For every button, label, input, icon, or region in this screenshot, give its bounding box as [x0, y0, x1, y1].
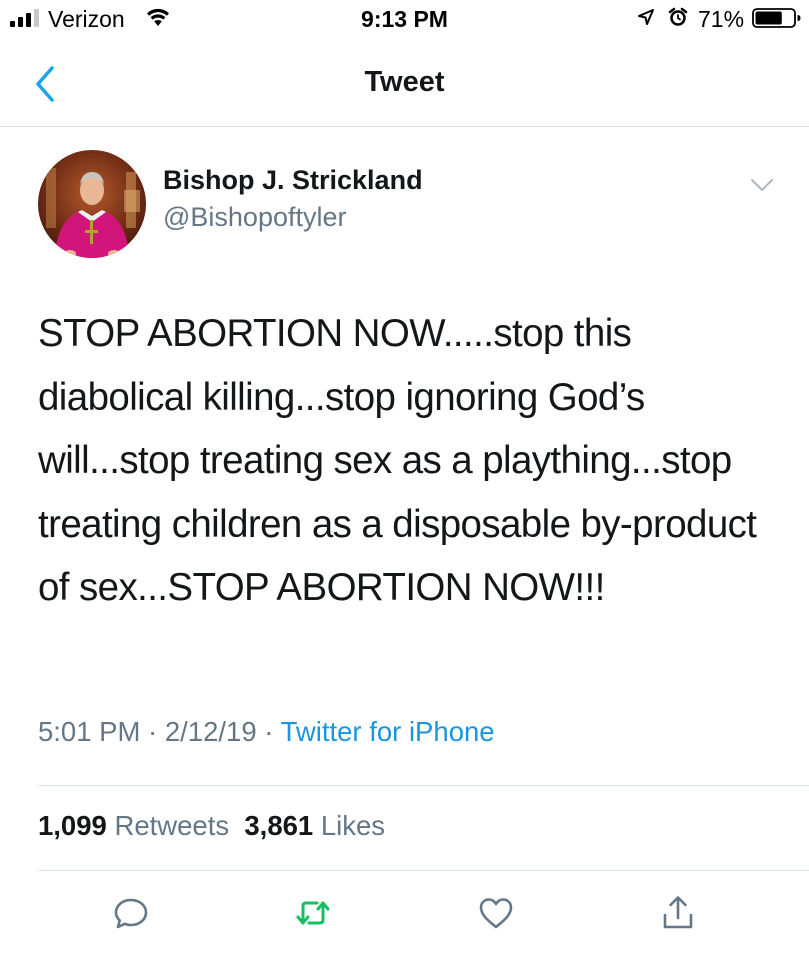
retweet-icon [296, 901, 330, 925]
author-name[interactable]: Bishop J. Strickland [163, 165, 423, 196]
meta-separator: · [256, 716, 281, 747]
tweet-meta: 5:01 PM · 2/12/19 · Twitter for iPhone [38, 716, 495, 748]
chevron-down-icon[interactable] [748, 174, 776, 196]
avatar[interactable] [38, 150, 146, 258]
meta-separator: · [140, 716, 165, 747]
tweet-time: 5:01 PM [38, 716, 141, 747]
tweet-source-link[interactable]: Twitter for iPhone [281, 716, 495, 747]
share-button[interactable] [658, 893, 698, 933]
retweets-label: Retweets [114, 810, 230, 841]
likes-count: 3,861 [244, 810, 314, 841]
author-handle[interactable]: @Bishopoftyler [163, 202, 347, 233]
retweets-count: 1,099 [38, 810, 107, 841]
like-button[interactable] [476, 893, 516, 933]
retweet-button[interactable] [293, 893, 333, 933]
status-bar: Verizon 9:13 PM 71% [0, 0, 809, 44]
location-arrow-icon [638, 9, 654, 25]
share-icon [663, 896, 693, 929]
likes-stat[interactable]: 3,861 Likes [244, 810, 385, 841]
alarm-icon [668, 7, 688, 26]
divider [38, 870, 809, 871]
likes-label: Likes [320, 810, 386, 841]
retweets-stat[interactable]: 1,099 Retweets [38, 810, 229, 841]
page-title: Tweet [364, 66, 445, 98]
navigation-bar: chevron-left-icon Tweet [0, 44, 809, 127]
reply-button[interactable] [111, 893, 151, 933]
like-icon [479, 898, 513, 929]
tweet-text: STOP ABORTION NOW.....stop this diabolic… [38, 312, 757, 609]
tweet-date: 2/12/19 [164, 716, 257, 747]
divider [38, 785, 809, 786]
battery-percent: 71% [698, 6, 745, 32]
tweet-stats: 1,099 Retweets 3,861 Likes [38, 810, 385, 842]
reply-icon [114, 898, 148, 929]
battery-icon [752, 8, 801, 28]
